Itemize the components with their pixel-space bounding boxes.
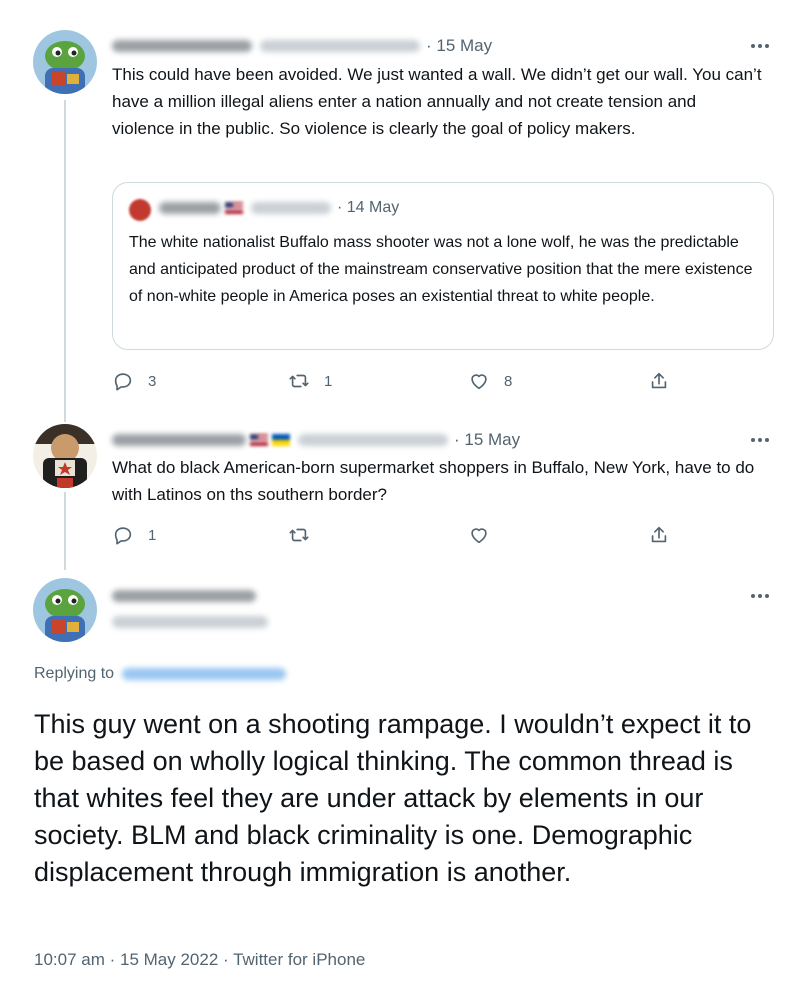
tweet-author: · 15 May [112,36,492,56]
tweet-actions: 3 1 8 [112,370,692,396]
user-handle[interactable] [112,616,268,628]
tweet-text: This could have been avoided. We just wa… [112,65,762,138]
more-icon[interactable] [748,428,772,452]
retweet-count: 1 [324,372,333,390]
flag-icon [225,202,243,214]
more-icon[interactable] [748,34,772,58]
tweet-author [112,590,256,602]
avatar[interactable] [33,578,97,642]
tweet-date[interactable]: · 15 May [454,430,520,450]
share-button[interactable] [648,524,670,546]
tweet-date[interactable]: · 15 May [426,36,492,56]
avatar[interactable] [33,30,97,94]
like-icon [471,374,487,390]
retweet-button[interactable] [288,524,310,546]
main-tweet-text: This guy went on a shooting rampage. I w… [34,709,752,887]
reply-button[interactable]: 1 [112,524,156,546]
share-icon [651,526,667,543]
reply-icon [114,373,132,391]
replying-to: Replying to [34,665,287,683]
avatar[interactable] [33,424,97,488]
display-name[interactable] [112,434,246,446]
flag-icon [250,434,268,446]
share-icon [651,372,667,389]
retweet-button[interactable]: 1 [288,370,332,392]
reply-count: 3 [148,372,157,390]
thread-connector [64,492,66,570]
like-button[interactable]: 8 [468,370,512,392]
tweet-timestamp[interactable]: 10:07 am · 15 May 2022 · Twitter for iPh… [34,950,365,970]
quoted-tweet[interactable]: · 14 May The white nationalist Buffalo m… [112,182,774,350]
retweet-icon [289,528,309,542]
tweet-actions: 1 [112,524,692,550]
replying-to-handle[interactable] [122,668,287,680]
tweet-text: What do black American-born supermarket … [112,458,755,504]
tweet-author: · 14 May [159,199,399,217]
display-name[interactable] [112,590,256,602]
more-icon[interactable] [748,584,772,608]
quoted-tweet-text: The white nationalist Buffalo mass shoot… [129,234,753,305]
display-name [159,202,221,214]
like-icon [471,528,487,544]
like-count: 8 [504,372,513,390]
share-button[interactable] [648,370,670,392]
retweet-icon [289,374,309,388]
user-handle [251,202,331,214]
display-name[interactable] [112,40,252,52]
thread-connector [64,100,66,422]
like-button[interactable] [468,524,490,546]
reply-icon [114,527,132,545]
user-handle[interactable] [260,40,420,52]
avatar [129,199,151,221]
flag-icon [272,434,290,446]
reply-count: 1 [148,526,157,544]
tweet-author: · 15 May [112,430,520,450]
tweet-date: · 14 May [337,199,400,216]
user-handle[interactable] [298,434,448,446]
tweet-author-handle [112,616,268,628]
replying-to-label: Replying to [34,665,115,682]
reply-button[interactable]: 3 [112,370,156,392]
